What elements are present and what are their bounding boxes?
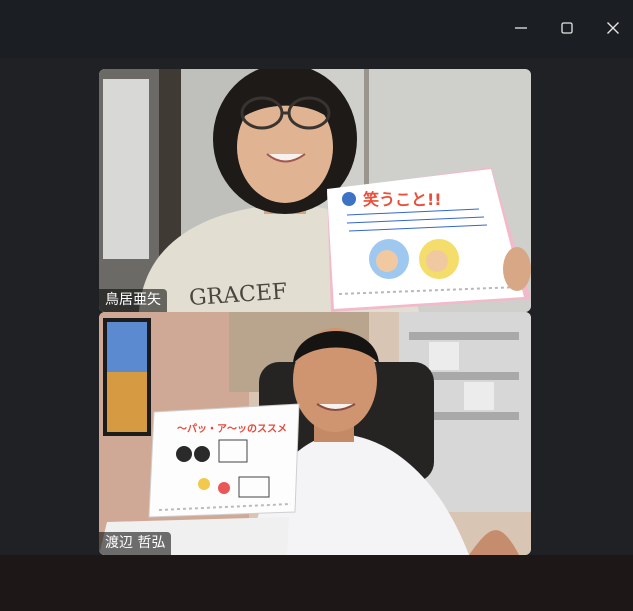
board-title: ～パッ・ア～ッのススメ xyxy=(177,423,287,435)
video-gallery: GRACEF 笑うこと!! 鳥居亜矢 ～パッ・ア～ッのススメ 渡辺 哲弘 xyxy=(0,58,633,555)
participant-name-tag: 鳥居亜矢 xyxy=(99,289,167,312)
board-title: 笑うこと!! xyxy=(363,190,442,209)
participant-name-tag: 渡辺 哲弘 xyxy=(99,532,172,555)
close-button[interactable] xyxy=(595,10,631,46)
maximize-icon xyxy=(561,22,573,34)
video-tile-participant-2[interactable]: ～パッ・ア～ッのススメ 渡辺 哲弘 xyxy=(99,312,531,555)
close-icon xyxy=(607,22,619,34)
minimize-icon xyxy=(515,27,527,29)
participant-1-video-feed: GRACEF 笑うこと!! xyxy=(99,69,531,312)
bottom-bar xyxy=(0,555,633,611)
video-tile-participant-1[interactable]: GRACEF 笑うこと!! 鳥居亜矢 xyxy=(99,69,531,312)
window-title-bar xyxy=(0,0,633,58)
maximize-button[interactable] xyxy=(549,10,585,46)
participant-2-video-feed: ～パッ・ア～ッのススメ xyxy=(99,312,531,555)
minimize-button[interactable] xyxy=(503,10,539,46)
